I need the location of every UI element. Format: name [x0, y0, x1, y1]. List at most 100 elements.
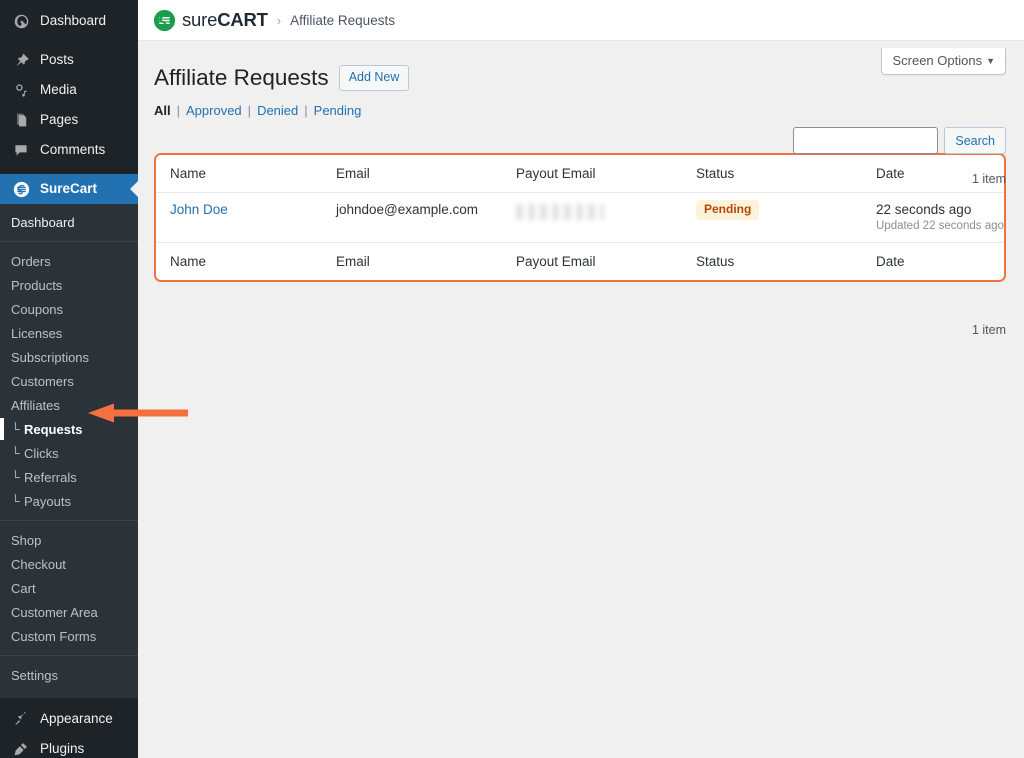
redacted-payout-email: [516, 204, 604, 220]
submenu-item-label: Customers: [11, 374, 74, 389]
cell-name: John Doe: [156, 193, 336, 243]
submenu-item-payouts[interactable]: └ Payouts: [0, 489, 138, 513]
submenu-item-checkout[interactable]: Checkout: [0, 552, 138, 576]
cell-status: Pending: [696, 193, 876, 243]
plugin-topbar: sureCART › Affiliate Requests: [138, 0, 1024, 41]
submenu-divider: [0, 241, 138, 242]
filter-link-denied[interactable]: Denied: [257, 103, 298, 118]
wordmark-light: sure: [182, 9, 217, 30]
sidebar-item-label: SureCart: [40, 182, 97, 196]
submenu-item-customers[interactable]: Customers: [0, 369, 138, 393]
column-footer-payout-email[interactable]: Payout Email: [516, 243, 696, 281]
filter-separator: |: [304, 103, 307, 118]
submenu-item-orders[interactable]: Orders: [0, 249, 138, 273]
submenu-item-label: Requests: [24, 422, 83, 437]
table-head: Name Email Payout Email Status Date: [156, 155, 1004, 193]
submenu-divider: [0, 655, 138, 656]
submenu-item-clicks[interactable]: └ Clicks: [0, 441, 138, 465]
filter-link-all[interactable]: All: [154, 103, 171, 118]
submenu-item-label: Clicks: [24, 446, 59, 461]
sidebar-item-appearance[interactable]: Appearance: [0, 704, 138, 734]
page-content: Affiliate Requests Add New All | Approve…: [138, 41, 1024, 282]
column-header-name[interactable]: Name: [156, 155, 336, 193]
submenu-item-label: Payouts: [24, 494, 71, 509]
submenu-item-products[interactable]: Products: [0, 273, 138, 297]
tree-branch-icon: └: [11, 422, 24, 436]
affiliate-name-link[interactable]: John Doe: [170, 202, 228, 217]
sidebar-item-label: Dashboard: [40, 14, 106, 28]
plugins-icon: [11, 739, 31, 758]
dashboard-icon: [11, 11, 31, 31]
sidebar-item-comments[interactable]: Comments: [0, 135, 138, 165]
sidebar-item-dashboard[interactable]: Dashboard: [0, 6, 138, 36]
date-updated: Updated 22 seconds ago: [876, 220, 1004, 232]
submenu-item-label: Referrals: [24, 470, 77, 485]
add-new-button[interactable]: Add New: [339, 65, 410, 91]
cell-email: johndoe@example.com: [336, 193, 516, 243]
sidebar-item-label: Plugins: [40, 742, 84, 756]
sidebar-item-label: Comments: [40, 143, 105, 157]
submenu-item-label: Licenses: [11, 326, 62, 341]
table-foot: Name Email Payout Email Status Date: [156, 243, 1004, 281]
admin-screen: Dashboard Posts Media Pages: [0, 0, 1024, 758]
column-footer-email[interactable]: Email: [336, 243, 516, 281]
submenu-item-requests[interactable]: └ Requests: [0, 417, 138, 441]
item-count-bottom: 1 item: [972, 323, 1006, 337]
column-header-payout-email[interactable]: Payout Email: [516, 155, 696, 193]
sidebar-item-posts[interactable]: Posts: [0, 45, 138, 75]
sidebar-item-media[interactable]: Media: [0, 75, 138, 105]
submenu-item-custom-forms[interactable]: Custom Forms: [0, 624, 138, 648]
submenu-item-affiliates[interactable]: Affiliates: [0, 393, 138, 417]
submenu-item-label: Dashboard: [11, 215, 75, 230]
tree-branch-icon: └: [11, 470, 24, 484]
filter-link-pending[interactable]: Pending: [314, 103, 362, 118]
column-header-status[interactable]: Status: [696, 155, 876, 193]
submenu-item-dashboard[interactable]: Dashboard: [0, 210, 138, 234]
breadcrumb-separator-icon: ›: [277, 13, 281, 28]
submenu-item-label: Settings: [11, 668, 58, 683]
sidebar-item-surecart[interactable]: SureCart: [0, 174, 138, 204]
date-created: 22 seconds ago: [876, 202, 1004, 217]
submenu-item-label: Orders: [11, 254, 51, 269]
pages-icon: [11, 110, 31, 130]
submenu-divider: [0, 520, 138, 521]
media-icon: [11, 80, 31, 100]
cell-date: 22 seconds ago Updated 22 seconds ago: [876, 193, 1004, 243]
sidebar-item-pages[interactable]: Pages: [0, 105, 138, 135]
column-footer-status[interactable]: Status: [696, 243, 876, 281]
sidebar-item-label: Appearance: [40, 712, 113, 726]
sidebar-divider: [0, 36, 138, 45]
submenu-item-coupons[interactable]: Coupons: [0, 297, 138, 321]
table-row[interactable]: John Doe johndoe@example.com Pending 22 …: [156, 193, 1004, 243]
affiliate-requests-table: Name Email Payout Email Status Date John…: [156, 155, 1004, 280]
filter-link-approved[interactable]: Approved: [186, 103, 242, 118]
submenu-item-subscriptions[interactable]: Subscriptions: [0, 345, 138, 369]
submenu-item-shop[interactable]: Shop: [0, 528, 138, 552]
submenu-item-customer-area[interactable]: Customer Area: [0, 600, 138, 624]
sidebar-item-plugins[interactable]: Plugins: [0, 734, 138, 758]
filter-separator: |: [248, 103, 251, 118]
wordmark-bold: CART: [217, 9, 268, 30]
comments-icon: [11, 140, 31, 160]
page-title: Affiliate Requests: [154, 63, 329, 92]
submenu-item-label: Cart: [11, 581, 36, 596]
sidebar-item-label: Pages: [40, 113, 78, 127]
submenu-item-licenses[interactable]: Licenses: [0, 321, 138, 345]
submenu-item-label: Coupons: [11, 302, 63, 317]
column-footer-date[interactable]: Date: [876, 243, 1004, 281]
search-input[interactable]: [793, 127, 938, 154]
sidebar-secondary-menu: Appearance Plugins Users: [0, 698, 138, 758]
submenu-item-referrals[interactable]: └ Referrals: [0, 465, 138, 489]
surecart-brand[interactable]: sureCART: [154, 9, 268, 31]
submenu-item-label: Shop: [11, 533, 41, 548]
status-badge: Pending: [696, 200, 759, 220]
column-footer-name[interactable]: Name: [156, 243, 336, 281]
cell-payout-email: [516, 193, 696, 243]
pin-icon: [11, 50, 31, 70]
tree-branch-icon: └: [11, 446, 24, 460]
submenu-item-cart[interactable]: Cart: [0, 576, 138, 600]
page-header: Affiliate Requests Add New: [154, 63, 1006, 92]
search-button[interactable]: Search: [944, 127, 1006, 154]
column-header-email[interactable]: Email: [336, 155, 516, 193]
submenu-item-settings[interactable]: Settings: [0, 663, 138, 687]
